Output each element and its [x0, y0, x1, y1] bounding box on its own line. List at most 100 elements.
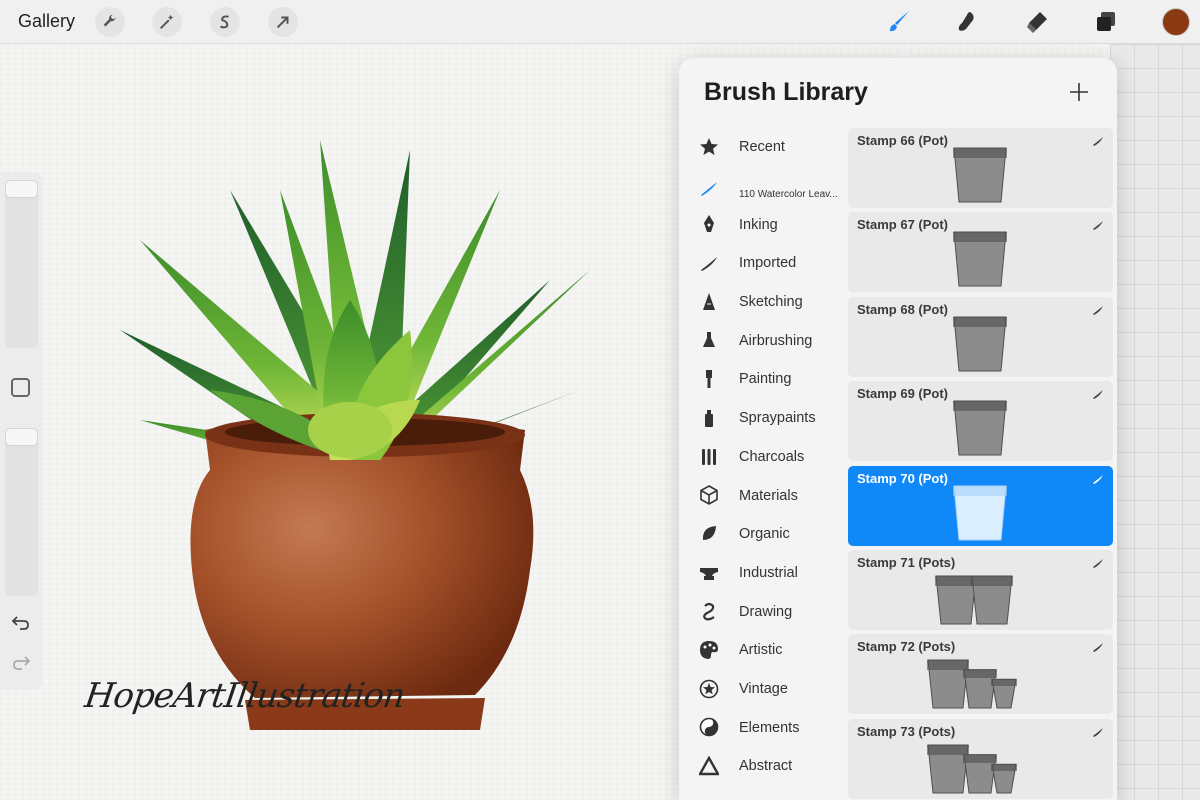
brush-type-icon — [1093, 474, 1103, 484]
transform-arrow-icon[interactable] — [268, 7, 298, 37]
brush-name: Stamp 68 (Pot) — [857, 301, 949, 317]
brush-type-icon — [1093, 643, 1103, 653]
eraser-icon[interactable] — [1022, 7, 1052, 37]
star-circle-icon — [698, 678, 720, 700]
brush-set-sketching[interactable]: Sketching — [679, 283, 847, 322]
palette-icon — [698, 639, 720, 661]
canvas-grid-background — [1110, 44, 1200, 800]
brush-set-recent[interactable]: Recent — [679, 128, 847, 167]
brush-name: Stamp 69 (Pot) — [857, 386, 949, 402]
brush-type-icon — [1093, 390, 1103, 400]
left-sidebar — [0, 172, 42, 690]
brush-set-imported[interactable]: Imported — [679, 244, 847, 283]
plus-icon[interactable] — [1067, 80, 1091, 104]
brush-name: Stamp 67 (Pot) — [857, 217, 949, 233]
pencil-tip-icon — [698, 291, 720, 313]
squiggle-icon — [698, 600, 720, 622]
cube-icon — [698, 484, 720, 506]
brush-item-stamp-68-pot[interactable]: Stamp 68 (Pot) — [848, 296, 1113, 377]
brush-item-stamp-71-pots[interactable]: Stamp 71 (Pots) — [848, 549, 1113, 630]
color-picker-button[interactable] — [1162, 8, 1190, 36]
opacity-knob[interactable] — [5, 428, 38, 446]
brush-size-knob[interactable] — [5, 180, 38, 198]
brush-set-abstract[interactable]: Abstract — [679, 747, 847, 786]
brush-item-stamp-72-pots[interactable]: Stamp 72 (Pots) — [848, 634, 1113, 715]
brush-size-slider[interactable] — [5, 180, 38, 348]
brush-set-vintage[interactable]: Vintage — [679, 670, 847, 709]
brush-set-drawing[interactable]: Drawing — [679, 592, 847, 631]
brush-set-label: Vintage — [739, 680, 788, 697]
brush-set-label: Sketching — [739, 294, 803, 311]
brush-item-stamp-66-pot[interactable]: Stamp 66 (Pot) — [848, 128, 1113, 208]
spray-can-icon — [698, 407, 720, 429]
brush-set-label: Artistic — [739, 642, 783, 659]
panel-title: Brush Library — [704, 78, 868, 106]
brush-name: Stamp 70 (Pot) — [857, 470, 949, 486]
brush-set-elements[interactable]: Elements — [679, 708, 847, 747]
paintbrush-icon — [698, 368, 720, 390]
brush-set-artistic[interactable]: Artistic — [679, 631, 847, 670]
blue-stroke-icon — [698, 177, 720, 199]
brush-type-icon — [1093, 727, 1103, 737]
brush-set-label: Elements — [739, 719, 800, 736]
undo-icon[interactable] — [10, 612, 32, 634]
anvil-icon — [698, 562, 720, 584]
brush-set-label: Airbrushing — [739, 332, 813, 349]
brush-set-label: Charcoals — [739, 448, 805, 465]
redo-icon[interactable] — [10, 652, 32, 674]
brush-set-airbrushing[interactable]: Airbrushing — [679, 321, 847, 360]
brush-set-110-watercolor-leav[interactable]: 110 Watercolor Leav... — [679, 167, 847, 206]
airbrush-icon — [698, 329, 720, 351]
brush-set-materials[interactable]: Materials — [679, 476, 847, 515]
brush-library-panel: Brush Library Recent 110 Watercolor Leav.… — [679, 58, 1117, 800]
brush-set-spraypaints[interactable]: Spraypaints — [679, 399, 847, 438]
stroke-icon — [698, 252, 720, 274]
artwork-succulent-pot — [120, 140, 590, 730]
brush-type-icon — [1093, 221, 1103, 231]
brushes-list: Stamp 66 (Pot) Stamp 67 (Pot) Stamp 68 (Po… — [848, 128, 1113, 800]
brush-set-inking[interactable]: Inking — [679, 205, 847, 244]
gallery-button[interactable]: Gallery — [18, 11, 75, 32]
brush-name: Stamp 73 (Pots) — [857, 723, 956, 739]
brush-set-label: Materials — [739, 487, 798, 504]
brush-set-industrial[interactable]: Industrial — [679, 554, 847, 593]
top-toolbar: Gallery — [0, 0, 1200, 44]
smudge-icon[interactable] — [952, 7, 982, 37]
artist-signature: HopeArtIllustration — [82, 676, 407, 716]
brush-set-label: Painting — [739, 371, 792, 388]
selection-s-icon[interactable] — [210, 7, 240, 37]
modify-square-icon[interactable] — [11, 378, 30, 397]
brush-set-label: Abstract — [739, 758, 793, 775]
charcoal-sticks-icon — [698, 446, 720, 468]
brush-item-stamp-70-pot[interactable]: Stamp 70 (Pot) — [848, 465, 1113, 546]
brush-type-icon — [1093, 137, 1103, 146]
brush-set-label: Inking — [739, 216, 778, 233]
brush-sets-list: Recent 110 Watercolor Leav... Inking Import… — [679, 128, 847, 786]
brush-type-icon — [1093, 558, 1103, 568]
brush-item-stamp-73-pots[interactable]: Stamp 73 (Pots) — [848, 718, 1113, 799]
brush-set-label: Organic — [739, 526, 790, 543]
magic-wand-icon[interactable] — [152, 7, 182, 37]
wrench-icon[interactable] — [95, 7, 125, 37]
brush-item-stamp-69-pot[interactable]: Stamp 69 (Pot) — [848, 381, 1113, 462]
pen-nib-icon — [698, 213, 720, 235]
brush-set-label: Industrial — [739, 564, 798, 581]
triangle-icon — [698, 755, 720, 777]
star-icon — [698, 136, 720, 158]
brush-set-painting[interactable]: Painting — [679, 360, 847, 399]
brush-set-label: 110 Watercolor Leav... — [739, 188, 838, 200]
brush-set-organic[interactable]: Organic — [679, 515, 847, 554]
brush-set-label: Recent — [739, 139, 785, 156]
brush-icon[interactable] — [884, 7, 914, 37]
brush-set-label: Imported — [739, 255, 797, 272]
layers-icon[interactable] — [1091, 7, 1121, 37]
brush-type-icon — [1093, 305, 1103, 315]
brush-name: Stamp 71 (Pots) — [857, 554, 956, 570]
brush-set-charcoals[interactable]: Charcoals — [679, 438, 847, 477]
brush-set-label: Spraypaints — [739, 410, 816, 427]
opacity-slider[interactable] — [5, 428, 38, 596]
brush-item-stamp-67-pot[interactable]: Stamp 67 (Pot) — [848, 212, 1113, 293]
leaf-icon — [698, 523, 720, 545]
brush-name: Stamp 72 (Pots) — [857, 639, 956, 655]
brush-set-label: Drawing — [739, 603, 793, 620]
